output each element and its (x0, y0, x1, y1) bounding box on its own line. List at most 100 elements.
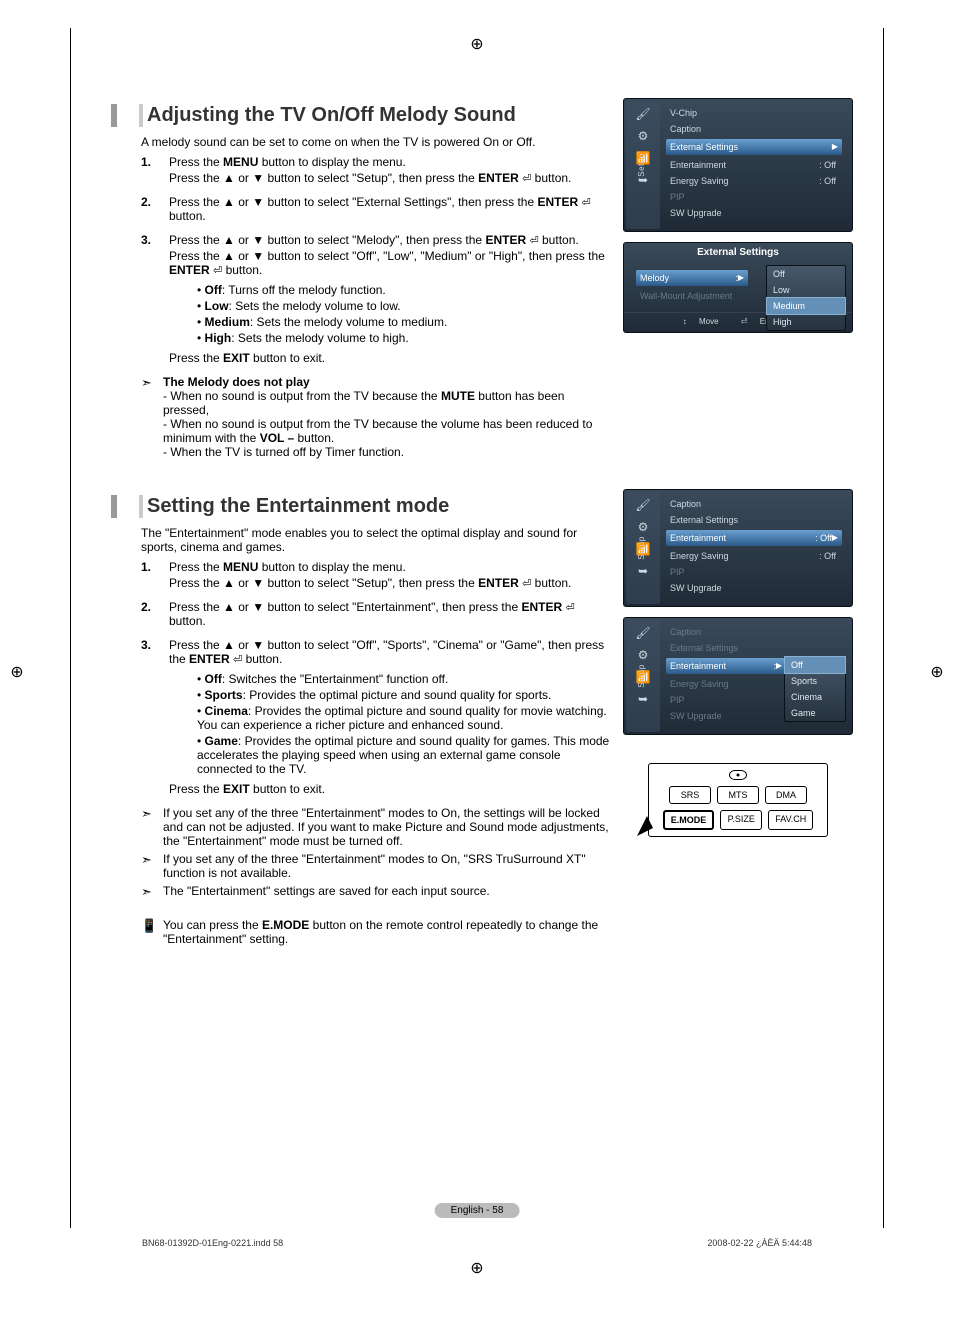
section2-title: Setting the Entertainment mode (143, 495, 613, 518)
s2-step3-line1: Press the ▲ or ▼ button to select "Off",… (169, 638, 613, 666)
osd-row-energy-saving: Energy Saving: Off (666, 548, 846, 564)
option-off[interactable]: Off (784, 656, 846, 674)
step-number: 3. (141, 233, 169, 367)
note-icon: ➣ (141, 884, 163, 900)
page-number: English - 58 (435, 1203, 520, 1218)
ir-led-icon (729, 770, 747, 780)
option-off[interactable]: Off (767, 266, 845, 282)
osd-side-label: Setup (637, 536, 646, 559)
osd-row-entertainment[interactable]: Entertainment: Off (666, 530, 842, 546)
option-low[interactable]: Low (767, 282, 845, 298)
osd-setup-entertainment: Setup 🖌 ⚙ 📶 ➥ Caption External Settings … (623, 489, 853, 607)
osd-row-external-settings[interactable]: External Settings (666, 139, 842, 155)
enter-icon: ⏎ (522, 173, 531, 185)
osd-melody-submenu: External Settings Melody: Wall-Mount Adj… (623, 242, 853, 333)
enter-icon: ⏎ (565, 602, 574, 614)
section1-title: Adjusting the TV On/Off Melody Sound (143, 104, 613, 127)
bullet-medium: Medium: Sets the melody volume to medium… (197, 315, 613, 329)
remote-btn-emode[interactable]: E.MODE (663, 810, 715, 830)
remote-btn-favch[interactable]: FAV.CH (768, 810, 813, 830)
callout-arrow-icon (635, 814, 659, 838)
paint-icon: 🖌 (635, 626, 650, 640)
bullet-off: Off: Switches the "Entertainment" functi… (197, 672, 613, 686)
exit-line: Press the EXIT button to exit. (169, 351, 613, 365)
melody-options[interactable]: Off Low Medium High (766, 265, 846, 331)
bullet-cinema: Cinema: Provides the optimal picture and… (197, 704, 613, 732)
s2-step1-line1: Press the MENU button to display the men… (169, 560, 613, 574)
option-game[interactable]: Game (785, 705, 845, 721)
option-sports[interactable]: Sports (785, 673, 845, 689)
note-icon: ➣ (141, 806, 163, 848)
paint-icon: 🖌 (635, 498, 650, 512)
remote-btn-dma[interactable]: DMA (765, 786, 807, 804)
bullet-sports: Sports: Provides the optimal picture and… (197, 688, 613, 702)
osd-row-caption: Caption (666, 624, 846, 640)
footer-timestamp: 2008-02-22 ¿ÀÈÄ 5:44:48 (707, 1238, 812, 1248)
step3-line2: Press the ▲ or ▼ button to select "Off",… (169, 249, 613, 277)
osd-row-melody[interactable]: Melody: (636, 270, 748, 286)
gear-icon: ⚙ (638, 520, 649, 534)
s2-exit-line: Press the EXIT button to exit. (169, 782, 613, 796)
remote-btn-mts[interactable]: MTS (717, 786, 759, 804)
crop-mark-left: ⊕ (8, 664, 26, 682)
step-number: 2. (141, 600, 169, 630)
osd-row-external-settings: External Settings (666, 512, 846, 528)
footer-filename: BN68-01392D-01Eng-0221.indd 58 (142, 1238, 283, 1248)
crop-mark-right: ⊕ (928, 664, 946, 682)
updown-icon: ↕ (683, 317, 687, 326)
osd-setup-external-settings: Setup 🖌 ⚙ 📶 ➥ V-Chip Caption External Se… (623, 98, 853, 232)
gear-icon: ⚙ (638, 648, 649, 662)
step-number: 1. (141, 560, 169, 592)
remote-btn-srs[interactable]: SRS (669, 786, 711, 804)
osd-row-swupgrade: SW Upgrade (666, 205, 846, 221)
input-icon: ➥ (638, 564, 648, 578)
remote-diagram: SRS MTS DMA E.MODE P.SIZE FAV.CH (648, 763, 828, 837)
entertainment-options[interactable]: Off Sports Cinema Game (784, 656, 846, 722)
osd-title: External Settings (624, 243, 852, 264)
osd-row-swupgrade: SW Upgrade (666, 580, 846, 596)
osd-row-energy-saving: Energy Saving: Off (666, 173, 846, 189)
remote-icon: 📱 (141, 918, 163, 946)
enter-icon: ⏎ (741, 317, 748, 326)
crop-mark-bottom: ⊕ (468, 1260, 486, 1278)
step1-line2: Press the ▲ or ▼ button to select "Setup… (169, 171, 613, 185)
note-persource: The "Entertainment" settings are saved f… (163, 884, 613, 900)
option-cinema[interactable]: Cinema (785, 689, 845, 705)
osd-row-entertainment[interactable]: Entertainment: (666, 658, 786, 674)
osd-side-label: Setup (637, 153, 646, 176)
step-number: 1. (141, 155, 169, 187)
input-icon: ➥ (638, 692, 648, 706)
remote-btn-psize[interactable]: P.SIZE (720, 810, 762, 830)
s2-step1-line2: Press the ▲ or ▼ button to select "Setup… (169, 576, 613, 590)
osd-row-entertainment: Entertainment: Off (666, 157, 846, 173)
option-high[interactable]: High (767, 314, 845, 330)
note-title: The Melody does not play (163, 375, 613, 389)
step1-line1: Press the MENU button to display the men… (169, 155, 613, 169)
step-number: 2. (141, 195, 169, 225)
section2-intro: The "Entertainment" mode enables you to … (141, 526, 613, 554)
osd-row-pip: PIP (666, 189, 846, 205)
step3-line1: Press the ▲ or ▼ button to select "Melod… (169, 233, 613, 247)
osd-side-label: Setup (637, 664, 646, 687)
note-timer: - When the TV is turned off by Timer fun… (163, 445, 613, 459)
note-icon: ➣ (141, 375, 163, 459)
enter-icon: ⏎ (522, 578, 531, 590)
gear-icon: ⚙ (638, 129, 649, 143)
bullet-off: Off: Turns off the melody function. (197, 283, 613, 297)
note-srs: If you set any of the three "Entertainme… (163, 852, 613, 880)
s2-step2-line1: Press the ▲ or ▼ button to select "Enter… (169, 600, 613, 628)
osd-row-external-settings: External Settings (666, 640, 846, 656)
note-icon: ➣ (141, 852, 163, 880)
note-mute: - When no sound is output from the TV be… (163, 389, 613, 417)
enter-icon: ⏎ (581, 197, 590, 209)
osd-row-caption: Caption (666, 496, 846, 512)
remote-tip: You can press the E.MODE button on the r… (163, 918, 613, 946)
bullet-low: Low: Sets the melody volume to low. (197, 299, 613, 313)
osd-row-pip: PIP (666, 564, 846, 580)
option-medium[interactable]: Medium (766, 297, 846, 315)
note-volmin: - When no sound is output from the TV be… (163, 417, 613, 445)
osd-row-caption: Caption (666, 121, 846, 137)
enter-icon: ⏎ (233, 654, 242, 666)
enter-icon: ⏎ (213, 265, 222, 277)
note-locked: If you set any of the three "Entertainme… (163, 806, 613, 848)
